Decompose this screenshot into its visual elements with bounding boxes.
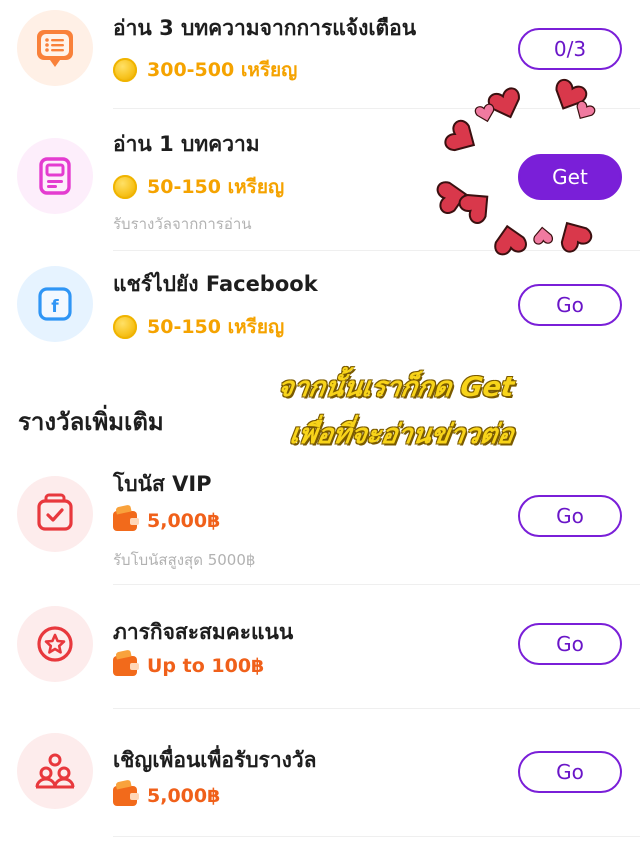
- bonus-reward: Up to 100฿: [113, 655, 264, 677]
- overlay-caption-line2: เพื่อที่จะอ่านข่าวต่อ: [287, 419, 516, 450]
- task-reward: 300-500 เหรียญ: [113, 55, 297, 85]
- go-button[interactable]: Go: [518, 284, 622, 326]
- go-button[interactable]: Go: [518, 495, 622, 537]
- divider: [113, 708, 640, 709]
- article-icon: [17, 138, 93, 214]
- coin-icon: [113, 175, 137, 199]
- bonus-title: เชิญเพื่อนเพื่อรับรางวัล: [113, 748, 317, 772]
- heart-icon: [552, 214, 595, 256]
- divider: [113, 836, 640, 837]
- bonus-title: ภารกิจสะสมคะแนน: [113, 620, 294, 644]
- task-reward: 50-150 เหรียญ: [113, 172, 284, 202]
- overlay-caption-line1: จากนั้นเราก็กด Get: [275, 372, 517, 403]
- task-reward: 50-150 เหรียญ: [113, 312, 284, 342]
- coin-icon: [113, 58, 137, 82]
- go-button[interactable]: Go: [518, 623, 622, 665]
- facebook-icon: f: [17, 266, 93, 342]
- message-list-icon: [17, 10, 93, 86]
- reward-amount: 50-150 เหรียญ: [147, 316, 285, 338]
- star-badge-icon: [17, 606, 93, 682]
- divider: [113, 584, 640, 585]
- bonus-reward: 5,000฿: [113, 785, 220, 807]
- hearts-decoration: [435, 76, 597, 257]
- reward-amount: Up to 100฿: [147, 655, 265, 677]
- task-title: แชร์ไปยัง Facebook: [113, 272, 318, 296]
- reward-amount: 5,000฿: [147, 510, 221, 532]
- task-title: อ่าน 1 บทความ: [113, 132, 260, 156]
- bonus-title: โบนัส VIP: [113, 472, 212, 496]
- heart-icon: [441, 117, 483, 160]
- heart-icon: [490, 222, 529, 257]
- heart-icon: [532, 226, 554, 246]
- coin-icon: [113, 315, 137, 339]
- heart-icon: [473, 102, 498, 125]
- heart-icon: [485, 85, 527, 124]
- bonus-subtitle: รับโบนัสสูงสุด 5000฿: [113, 551, 256, 569]
- bonus-reward: 5,000฿: [113, 510, 220, 532]
- wallet-icon: [113, 511, 139, 531]
- svg-text:f: f: [51, 297, 59, 317]
- task-subtitle: รับรางวัลจากการอ่าน: [113, 215, 252, 233]
- reward-amount: 300-500 เหรียญ: [147, 59, 298, 81]
- invite-people-icon: [17, 733, 93, 809]
- reward-amount: 50-150 เหรียญ: [147, 176, 285, 198]
- wallet-icon: [113, 656, 139, 676]
- go-button[interactable]: Go: [518, 751, 622, 793]
- progress-button[interactable]: 0/3: [518, 28, 622, 70]
- reward-amount: 5,000฿: [147, 785, 221, 807]
- task-title: อ่าน 3 บทความจากการแจ้งเตือน: [113, 16, 417, 40]
- calendar-check-icon: [17, 476, 93, 552]
- wallet-icon: [113, 786, 139, 806]
- section-title: รางวัลเพิ่มเติม: [18, 408, 164, 436]
